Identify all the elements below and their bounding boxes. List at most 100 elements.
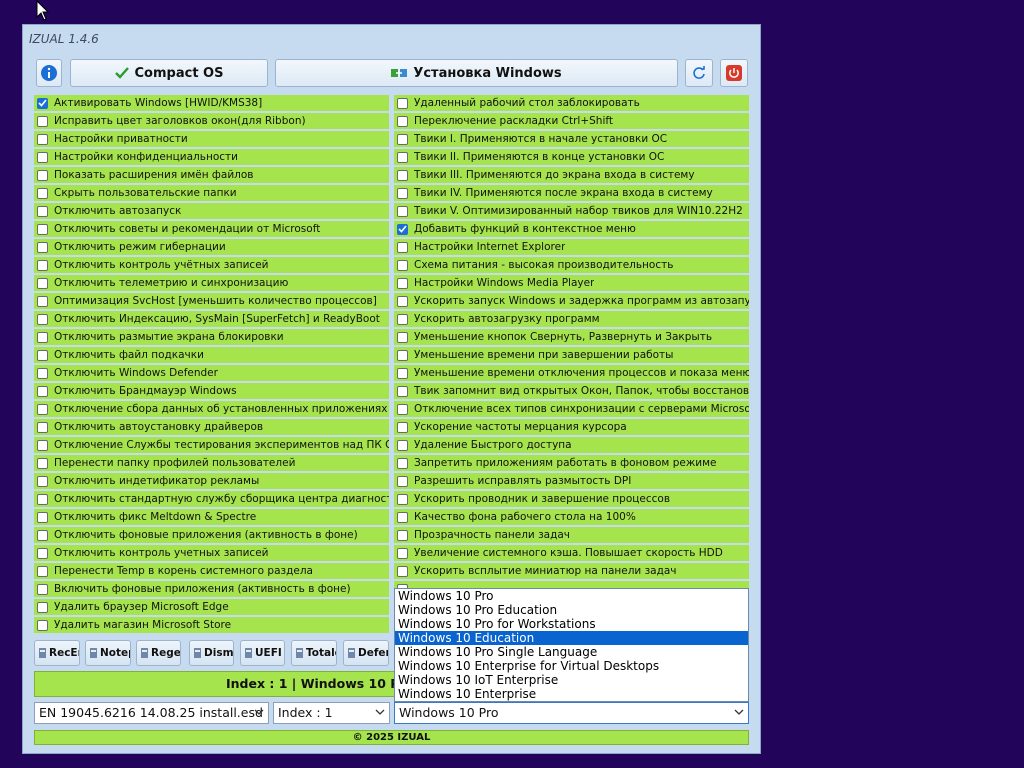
right-option-item[interactable]: Удаление Быстрого доступа (394, 437, 749, 453)
edition-option[interactable]: Windows 10 Pro (395, 589, 748, 603)
checkbox[interactable] (397, 241, 408, 253)
checkbox[interactable] (37, 511, 48, 523)
left-option-item[interactable]: Отключить размытие экрана блокировки (34, 329, 389, 345)
right-option-item[interactable]: Твики IV. Применяются после экрана входа… (394, 185, 749, 201)
left-option-item[interactable]: Отключить Брандмауэр Windows (34, 383, 389, 399)
checkbox[interactable] (37, 583, 48, 595)
right-option-item[interactable]: Увеличение системного кэша. Повышает ско… (394, 545, 749, 561)
right-option-item[interactable]: Схема питания - высокая производительнос… (394, 257, 749, 273)
right-option-item[interactable]: Разрешить исправлять размытость DPI (394, 473, 749, 489)
checkbox[interactable] (37, 475, 48, 487)
checkbox[interactable] (397, 295, 408, 307)
checkbox[interactable] (397, 511, 408, 523)
left-option-item[interactable]: Оптимизация SvcHost [уменьшить количеств… (34, 293, 389, 309)
right-option-item[interactable]: Настройки Windows Media Player (394, 275, 749, 291)
checkbox[interactable] (37, 187, 48, 199)
edition-option[interactable]: Windows 10 Education (395, 631, 748, 645)
right-option-item[interactable]: Ускорить всплытие миниатюр на панели зад… (394, 563, 749, 579)
left-option-item[interactable]: Отключить советы и рекомендации от Micro… (34, 221, 389, 237)
checkbox[interactable] (37, 601, 48, 613)
edition-option[interactable]: Windows 10 Enterprise (395, 687, 748, 701)
left-option-item[interactable]: Удалить магазин Microsoft Store (34, 617, 389, 633)
right-option-item[interactable]: Ускорение частоты мерцания курсора (394, 419, 749, 435)
right-option-item[interactable]: Уменьшение времени при завершении работы (394, 347, 749, 363)
right-option-item[interactable]: Твики II. Применяются в конце установки … (394, 149, 749, 165)
checkbox[interactable] (37, 529, 48, 541)
power-button[interactable] (720, 59, 748, 87)
checkbox[interactable] (397, 493, 408, 505)
left-option-item[interactable]: Перенести Temp в корень системного разде… (34, 563, 389, 579)
tool-dism-button[interactable]: Dism++ (189, 640, 234, 666)
checkbox[interactable] (397, 367, 408, 379)
right-option-item[interactable]: Переключение раскладки Ctrl+Shift (394, 113, 749, 129)
edition-option[interactable]: Windows 10 Pro for Workstations (395, 617, 748, 631)
checkbox[interactable] (37, 493, 48, 505)
checkbox[interactable] (397, 205, 408, 217)
left-option-item[interactable]: Включить фоновые приложения (активность … (34, 581, 389, 597)
info-button[interactable] (36, 59, 62, 87)
checkbox[interactable] (397, 223, 408, 235)
checkbox[interactable] (37, 133, 48, 145)
checkbox[interactable] (397, 565, 408, 577)
compact-os-button[interactable]: Compact OS (70, 59, 268, 87)
checkbox[interactable] (397, 115, 408, 127)
left-option-item[interactable]: Настройки приватности (34, 131, 389, 147)
checkbox[interactable] (397, 97, 408, 109)
checkbox[interactable] (397, 259, 408, 271)
checkbox[interactable] (37, 115, 48, 127)
checkbox[interactable] (37, 313, 48, 325)
right-option-item[interactable]: Добавить функций в контекстное меню (394, 221, 749, 237)
left-option-item[interactable]: Отключить файл подкачки (34, 347, 389, 363)
checkbox[interactable] (37, 223, 48, 235)
checkbox[interactable] (37, 385, 48, 397)
tool-uefi-part-button[interactable]: UEFI Part (240, 640, 285, 666)
checkbox[interactable] (37, 349, 48, 361)
install-windows-button[interactable]: Установка Windows (275, 59, 678, 87)
checkbox[interactable] (397, 385, 408, 397)
left-option-item[interactable]: Отключить автозапуск (34, 203, 389, 219)
left-option-item[interactable]: Отключить стандартную службу сборщика це… (34, 491, 389, 507)
checkbox[interactable] (37, 565, 48, 577)
checkbox[interactable] (397, 403, 408, 415)
checkbox[interactable] (397, 187, 408, 199)
right-option-item[interactable]: Отключение всех типов синхронизации с се… (394, 401, 749, 417)
left-option-item[interactable]: Отключить индетификатор рекламы (34, 473, 389, 489)
checkbox[interactable] (37, 259, 48, 271)
checkbox[interactable] (397, 421, 408, 433)
right-option-item[interactable]: Твики I. Применяются в начале установки … (394, 131, 749, 147)
left-option-item[interactable]: Отключить контроль учетных записей (34, 545, 389, 561)
right-option-item[interactable]: Запретить приложениям работать в фоновом… (394, 455, 749, 471)
edition-option[interactable]: Windows 10 Enterprise for Virtual Deskto… (395, 659, 748, 673)
right-option-item[interactable]: Настройки Internet Explorer (394, 239, 749, 255)
checkbox[interactable] (37, 295, 48, 307)
checkbox[interactable] (397, 475, 408, 487)
checkbox[interactable] (37, 97, 48, 109)
checkbox[interactable] (37, 439, 48, 451)
right-option-item[interactable]: Ускорить автозагрузку программ (394, 311, 749, 327)
checkbox[interactable] (397, 547, 408, 559)
checkbox[interactable] (397, 439, 408, 451)
image-select[interactable]: EN 19045.6216 14.08.25 install.esd (34, 702, 269, 724)
checkbox[interactable] (397, 169, 408, 181)
left-option-item[interactable]: Отключить автоустановку драйверов (34, 419, 389, 435)
checkbox[interactable] (37, 619, 48, 631)
left-option-item[interactable]: Перенести папку профилей пользователей (34, 455, 389, 471)
left-option-item[interactable]: Отключить фоновые приложения (активность… (34, 527, 389, 543)
left-option-item[interactable]: Отключение Службы тестирования экспериме… (34, 437, 389, 453)
checkbox[interactable] (37, 169, 48, 181)
edition-option[interactable]: Windows 10 Pro Single Language (395, 645, 748, 659)
right-option-item[interactable]: Ускорить проводник и завершение процессо… (394, 491, 749, 507)
left-option-item[interactable]: Отключение сбора данных об установленных… (34, 401, 389, 417)
checkbox[interactable] (37, 403, 48, 415)
checkbox[interactable] (397, 133, 408, 145)
left-option-item[interactable]: Скрыть пользовательские папки (34, 185, 389, 201)
right-option-item[interactable]: Уменьшение времени отключения процессов … (394, 365, 749, 381)
left-option-item[interactable]: Отключить режим гибернации (34, 239, 389, 255)
right-option-item[interactable]: Уменьшение кнопок Свернуть, Развернуть и… (394, 329, 749, 345)
tool-regedit-button[interactable]: Regedit (136, 640, 181, 666)
tool-recenv-button[interactable]: RecEnv (34, 640, 80, 666)
right-option-item[interactable]: Качество фона рабочего стола на 100% (394, 509, 749, 525)
right-option-item[interactable]: Ускорить запуск Windows и задержка прогр… (394, 293, 749, 309)
left-option-item[interactable]: Отключить Индексацию, SysMain [SuperFetc… (34, 311, 389, 327)
edition-option[interactable]: Windows 10 IoT Enterprise (395, 673, 748, 687)
